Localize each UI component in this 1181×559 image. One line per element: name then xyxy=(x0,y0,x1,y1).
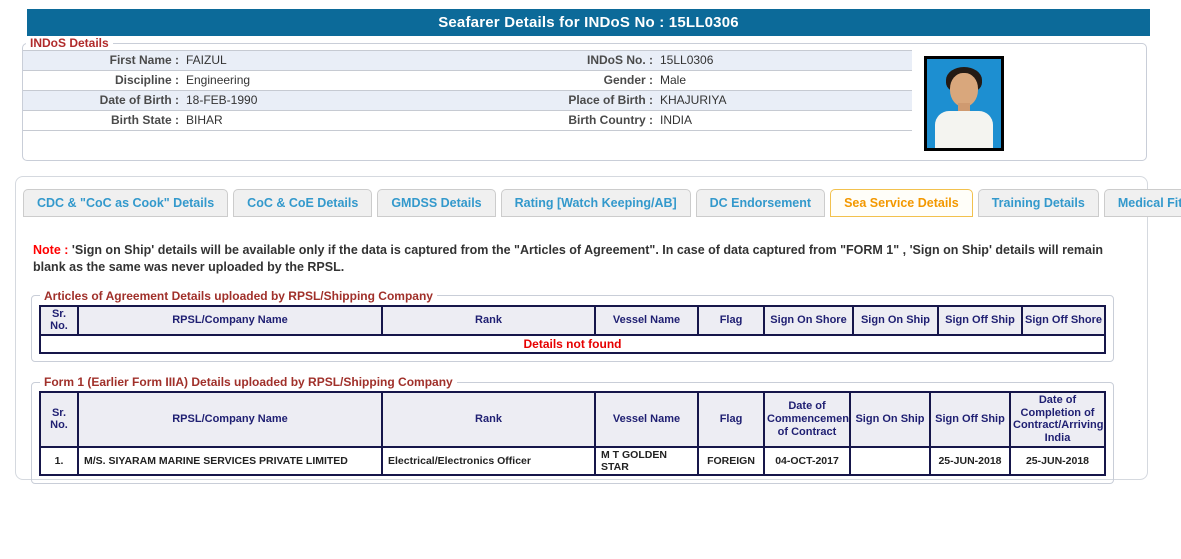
detail-row-discipline: Discipline : Engineering Gender : Male xyxy=(23,71,912,91)
indos-no-label: INDoS No. : xyxy=(587,53,653,67)
place-of-birth-label: Place of Birth : xyxy=(568,93,653,107)
note-prefix: Note : xyxy=(33,243,69,257)
form1-section: Form 1 (Earlier Form IIIA) Details uploa… xyxy=(31,375,1114,484)
note-text: 'Sign on Ship' details will be available… xyxy=(33,243,1104,274)
sign-on-ship-note: Note : 'Sign on Ship' details will be av… xyxy=(33,242,1129,276)
gender-label: Gender : xyxy=(603,73,653,87)
indos-details-grid: First Name : FAIZUL INDoS No. : 15LL0306… xyxy=(23,50,912,131)
gender-value: Male xyxy=(660,73,687,87)
tab-dc-endorsement[interactable]: DC Endorsement xyxy=(695,189,826,217)
sea-service-tab-panel: CDC & "CoC as Cook" Details CoC & CoE De… xyxy=(15,176,1181,484)
form1-col-sign-on-ship: Sign On Ship xyxy=(849,391,931,448)
form1-col-sign-off-ship: Sign Off Ship xyxy=(929,391,1011,448)
date-of-birth-label: Date of Birth : xyxy=(99,93,179,107)
indos-details-section: INDoS Details First Name : FAIZUL INDoS … xyxy=(22,36,1147,161)
tab-cdc-coc-as-cook[interactable]: CDC & "CoC as Cook" Details xyxy=(23,189,229,217)
articles-table: Sr. No. RPSL/Company Name Rank Vessel Na… xyxy=(39,304,1106,355)
details-not-found-message: Details not found xyxy=(39,334,1106,355)
form1-legend: Form 1 (Earlier Form IIIA) Details uploa… xyxy=(44,375,453,390)
birth-country-label: Birth Country : xyxy=(568,113,653,127)
date-of-birth-value: 18-FEB-1990 xyxy=(186,93,258,107)
articles-of-agreement-section: Articles of Agreement Details uploaded b… xyxy=(31,288,1114,363)
cell-completion: 25-JUN-2018 xyxy=(1009,445,1106,476)
discipline-value: Engineering xyxy=(186,73,251,87)
discipline-label: Discipline : xyxy=(114,73,179,87)
birth-state-label: Birth State : xyxy=(110,113,179,127)
form1-col-completion: Date of Completion of Contract/Arriving … xyxy=(1009,391,1106,448)
birth-state-value: BIHAR xyxy=(186,113,223,127)
form1-header-row: Sr. No. RPSL/Company Name Rank Vessel Na… xyxy=(39,391,1106,448)
tab-coc-coe[interactable]: CoC & CoE Details xyxy=(233,189,373,217)
articles-legend: Articles of Agreement Details uploaded b… xyxy=(44,288,433,303)
tab-bar: CDC & "CoC as Cook" Details CoC & CoE De… xyxy=(23,189,1181,217)
photo-face-shape xyxy=(950,73,978,107)
tab-sea-service-details[interactable]: Sea Service Details xyxy=(830,189,973,217)
seafarer-photo xyxy=(924,56,1004,151)
articles-col-sign-on-ship: Sign On Ship xyxy=(852,304,939,337)
cell-sign-on-ship xyxy=(849,445,931,476)
cell-rank: Electrical/Electronics Officer xyxy=(381,445,596,476)
cell-vessel: M T GOLDEN STAR xyxy=(594,445,699,476)
articles-col-flag: Flag xyxy=(697,304,765,337)
detail-row-first-name: First Name : FAIZUL INDoS No. : 15LL0306 xyxy=(23,51,912,71)
cell-commencement: 04-OCT-2017 xyxy=(763,445,851,476)
form1-col-commencement: Date of Commencement of Contract xyxy=(763,391,851,448)
form1-col-flag: Flag xyxy=(697,391,765,448)
place-of-birth-value: KHAJURIYA xyxy=(660,93,727,107)
detail-row-birth-date: Date of Birth : 18-FEB-1990 Place of Bir… xyxy=(23,91,912,111)
articles-empty-row: Details not found xyxy=(39,334,1106,355)
tab-medical-fitness[interactable]: Medical Fitness Certificate xyxy=(1103,189,1181,217)
cell-flag: FOREIGN xyxy=(697,445,765,476)
cell-sr-no: 1. xyxy=(39,445,79,476)
form1-col-company: RPSL/Company Name xyxy=(77,391,383,448)
articles-col-sign-off-ship: Sign Off Ship xyxy=(937,304,1023,337)
articles-col-company: RPSL/Company Name xyxy=(77,304,383,337)
indos-details-legend: INDoS Details xyxy=(30,36,109,50)
cell-sign-off-ship: 25-JUN-2018 xyxy=(929,445,1011,476)
articles-col-sign-on-shore: Sign On Shore xyxy=(763,304,854,337)
form1-data-row: 1. M/S. SIYARAM MARINE SERVICES PRIVATE … xyxy=(39,445,1106,476)
birth-country-value: INDIA xyxy=(660,113,693,127)
form1-table: Sr. No. RPSL/Company Name Rank Vessel Na… xyxy=(39,391,1106,476)
photo-shirt-shape xyxy=(935,111,993,148)
articles-header-row: Sr. No. RPSL/Company Name Rank Vessel Na… xyxy=(39,304,1106,337)
form1-col-vessel: Vessel Name xyxy=(594,391,699,448)
tab-rating-watch-keeping[interactable]: Rating [Watch Keeping/AB] xyxy=(500,189,691,217)
articles-col-vessel: Vessel Name xyxy=(594,304,699,337)
tab-gmdss[interactable]: GMDSS Details xyxy=(377,189,496,217)
page-title: Seafarer Details for INDoS No : 15LL0306 xyxy=(27,9,1150,36)
first-name-label: First Name : xyxy=(109,53,179,67)
tab-training-details[interactable]: Training Details xyxy=(977,189,1099,217)
form1-col-rank: Rank xyxy=(381,391,596,448)
cell-company: M/S. SIYARAM MARINE SERVICES PRIVATE LIM… xyxy=(77,445,383,476)
form1-col-sr-no: Sr. No. xyxy=(39,391,79,448)
indos-no-value: 15LL0306 xyxy=(660,53,714,67)
articles-col-rank: Rank xyxy=(381,304,596,337)
articles-col-sign-off-shore: Sign Off Shore xyxy=(1021,304,1106,337)
detail-row-birth-state: Birth State : BIHAR Birth Country : INDI… xyxy=(23,111,912,131)
first-name-value: FAIZUL xyxy=(186,53,227,67)
articles-col-sr-no: Sr. No. xyxy=(39,304,79,337)
